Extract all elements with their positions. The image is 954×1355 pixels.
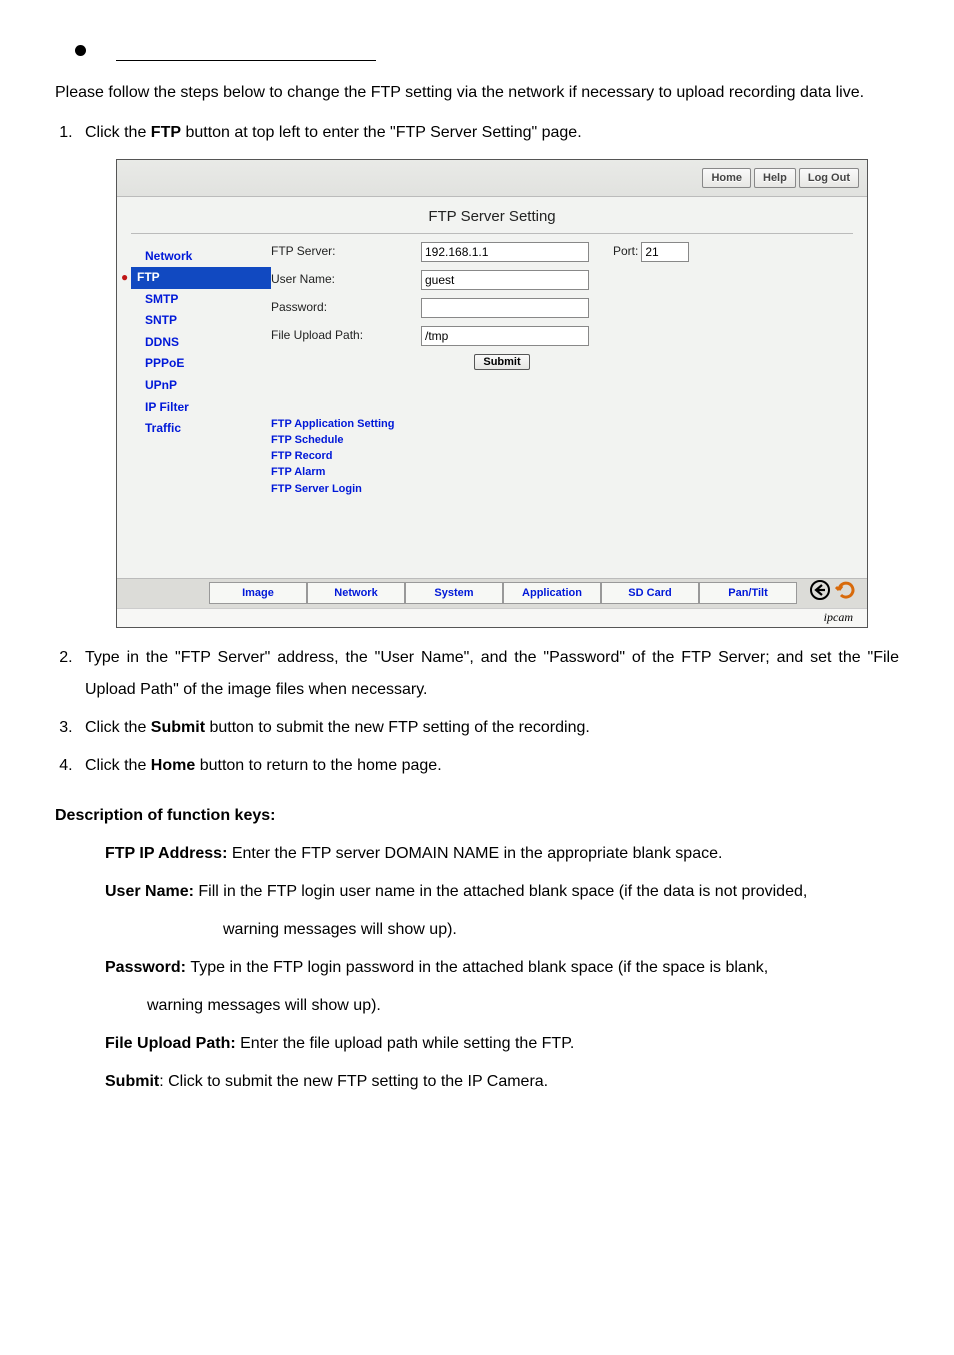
sidebar-item-ddns[interactable]: DDNS [131,332,271,354]
key-upload-label: File Upload Path: [105,1035,240,1052]
description-heading: Description of function keys: [55,800,899,832]
sidebar-item-upnp[interactable]: UPnP [131,375,271,397]
page-title: FTP Server Setting [131,207,853,234]
key-password-text: Type in the FTP login password in the at… [190,959,768,976]
sidebar-item-traffic[interactable]: Traffic [131,418,271,440]
ftp-links: FTP Application Setting FTP Schedule FTP… [271,416,853,497]
sidebar-item-ftp[interactable]: FTP [131,267,271,289]
sidebar-item-pppoe[interactable]: PPPoE [131,353,271,375]
key-submit-text: : Click to submit the new FTP setting to… [159,1073,548,1090]
step-4a: Click the [85,757,151,774]
step-1b: FTP [151,124,181,141]
tab-system[interactable]: System [405,582,503,604]
tab-image[interactable]: Image [209,582,307,604]
key-password-label: Password: [105,959,190,976]
key-username-text: Fill in the FTP login user name in the a… [198,883,807,900]
step-1: Click the FTP button at top left to ente… [77,117,899,628]
link-ftp-server-login[interactable]: FTP Server Login [271,481,853,497]
username-label: User Name: [271,272,421,288]
tab-network[interactable]: Network [307,582,405,604]
step-3b: Submit [151,719,205,736]
sidebar: Network FTP SMTP SNTP DDNS PPPoE UPnP IP… [131,242,271,572]
port-label: Port: [613,244,638,260]
password-input[interactable] [421,298,589,318]
refresh-icon[interactable] [835,579,857,608]
key-ftpip-text: Enter the FTP server DOMAIN NAME in the … [232,845,723,862]
sidebar-item-ipfilter[interactable]: IP Filter [131,397,271,419]
ftp-setting-screenshot: Home Help Log Out FTP Server Setting Net… [116,159,868,628]
password-label: Password: [271,300,421,316]
ftpserver-label: FTP Server: [271,244,421,260]
footer-tabs: Image Network System Application SD Card… [117,578,867,608]
brand-label: ipcam [117,608,867,628]
help-button[interactable]: Help [754,168,796,188]
link-ftp-alarm[interactable]: FTP Alarm [271,464,853,480]
uploadpath-input[interactable] [421,326,589,346]
step-3c: button to submit the new FTP setting of … [205,719,590,736]
sidebar-item-network[interactable]: Network [131,246,271,268]
key-password-text2: warning messages will show up). [147,997,381,1014]
submit-button[interactable]: Submit [474,354,529,370]
step-3a: Click the [85,719,151,736]
tab-sdcard[interactable]: SD Card [601,582,699,604]
step-4: Click the Home button to return to the h… [77,750,899,782]
bullet-icon [75,45,86,56]
function-keys-list: FTP IP Address: Enter the FTP server DOM… [105,838,899,1098]
key-ftpip-label: FTP IP Address: [105,845,232,862]
username-input[interactable] [421,270,589,290]
key-upload-text: Enter the file upload path while setting… [240,1035,574,1052]
tab-application[interactable]: Application [503,582,601,604]
sidebar-item-sntp[interactable]: SNTP [131,310,271,332]
link-ftp-schedule[interactable]: FTP Schedule [271,432,853,448]
step-1a: Click the [85,124,151,141]
key-username-text2: warning messages will show up). [223,921,457,938]
link-ftp-application[interactable]: FTP Application Setting [271,416,853,432]
ftpserver-input[interactable] [421,242,589,262]
screenshot-topbar: Home Help Log Out [117,160,867,197]
step-1c: button at top left to enter the "FTP Ser… [181,124,582,141]
step-2: Type in the "FTP Server" address, the "U… [77,642,899,706]
back-icon[interactable] [809,579,831,608]
intro-text: Please follow the steps below to change … [55,77,899,109]
key-username-label: User Name: [105,883,198,900]
section-bullet [75,40,899,61]
section-title-placeholder [116,40,376,61]
logout-button[interactable]: Log Out [799,168,859,188]
step-3: Click the Submit button to submit the ne… [77,712,899,744]
port-input[interactable] [641,242,689,262]
step-4b: Home [151,757,195,774]
home-button[interactable]: Home [702,168,751,188]
link-ftp-record[interactable]: FTP Record [271,448,853,464]
sidebar-item-smtp[interactable]: SMTP [131,289,271,311]
ftp-form: FTP Server: Port: User Name: Password: [271,242,853,572]
step-4c: button to return to the home page. [195,757,441,774]
tab-pantilt[interactable]: Pan/Tilt [699,582,797,604]
uploadpath-label: File Upload Path: [271,328,421,344]
key-submit-label: Submit [105,1073,159,1090]
